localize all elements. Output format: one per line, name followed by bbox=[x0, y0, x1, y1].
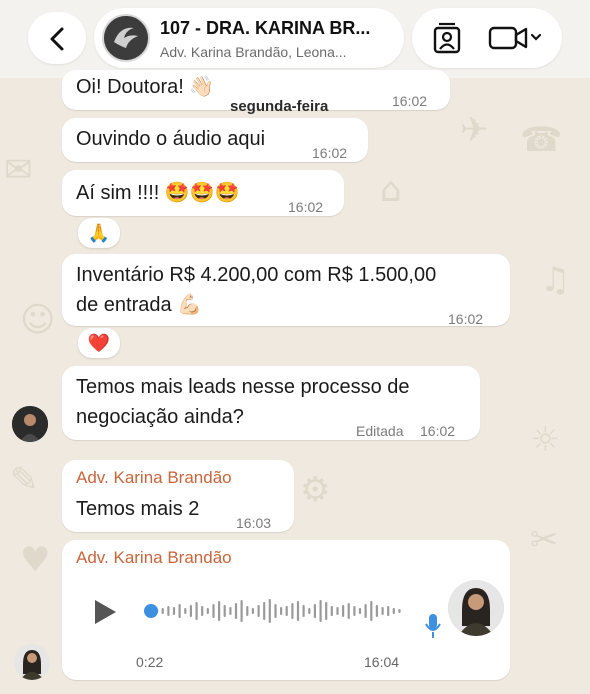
waveform-bar bbox=[330, 606, 333, 616]
waveform-bar bbox=[325, 602, 328, 620]
waveform-bar bbox=[178, 604, 181, 618]
message-text-line: Temos mais leads nesse processo de bbox=[76, 376, 410, 398]
message-text-line: de entrada 💪🏻 bbox=[76, 294, 203, 316]
waveform-bar bbox=[347, 603, 350, 619]
edited-label: Editada bbox=[356, 423, 404, 439]
waveform-bar bbox=[172, 607, 176, 615]
message-reaction[interactable]: ❤️ bbox=[78, 328, 120, 358]
message-bubble[interactable]: Adv. Karina Brandão Temos mais 2 16:03 bbox=[62, 460, 294, 532]
audio-sender-avatar[interactable] bbox=[448, 580, 504, 636]
waveform-bar bbox=[223, 605, 226, 617]
waveform-bar bbox=[184, 608, 187, 614]
mic-icon bbox=[425, 614, 441, 638]
sender-avatar[interactable] bbox=[14, 644, 50, 680]
waveform-bar bbox=[342, 605, 345, 617]
waveform-bar bbox=[280, 607, 283, 615]
play-icon[interactable] bbox=[92, 598, 118, 626]
waveform-bar bbox=[392, 608, 395, 614]
waveform-bar bbox=[319, 600, 322, 622]
waveform-bar bbox=[285, 606, 288, 616]
waveform-bar bbox=[370, 601, 373, 621]
chat-header: 107 - DRA. KARINA BR... Adv. Karina Bran… bbox=[0, 0, 590, 78]
video-call-icon[interactable] bbox=[488, 24, 546, 52]
playhead-knob[interactable] bbox=[144, 604, 158, 618]
waveform-bar bbox=[308, 608, 311, 614]
waveform-bar bbox=[375, 605, 378, 617]
waveform-bar bbox=[195, 602, 198, 620]
waveform-bar bbox=[336, 607, 339, 615]
sender-name: Adv. Karina Brandão bbox=[76, 468, 232, 487]
waveform-bar bbox=[358, 608, 362, 614]
message-time: 16:03 bbox=[236, 515, 272, 531]
waveform-bar bbox=[201, 606, 204, 616]
message-bubble[interactable]: Temos mais leads nesse processo de negoc… bbox=[62, 366, 480, 440]
audio-waveform[interactable] bbox=[144, 596, 406, 626]
sender-name: Adv. Karina Brandão bbox=[76, 548, 232, 567]
message-time: 16:02 bbox=[448, 311, 484, 327]
waveform-bar bbox=[296, 601, 300, 621]
waveform-bar bbox=[189, 605, 192, 617]
waveform-bar bbox=[364, 604, 367, 618]
message-time: 16:04 bbox=[364, 654, 400, 670]
message-time: 16:02 bbox=[420, 423, 456, 439]
sender-avatar[interactable] bbox=[12, 406, 48, 442]
waveform-bar bbox=[353, 606, 356, 616]
waveform-bar bbox=[218, 601, 221, 621]
contact-card-icon[interactable] bbox=[430, 22, 464, 54]
message-bubble[interactable]: Inventário R$ 4.200,00 com R$ 1.500,00 d… bbox=[62, 254, 510, 327]
waveform-bar bbox=[302, 605, 305, 617]
message-text: Ouvindo o áudio aqui bbox=[76, 128, 266, 150]
message-text-line: negociação ainda? bbox=[76, 406, 244, 428]
waveform-bar bbox=[240, 600, 243, 622]
message-time: 16:02 bbox=[312, 145, 348, 161]
chevron-left-icon bbox=[50, 27, 64, 51]
message-text: Oi! Doutora! 👋🏻 bbox=[76, 76, 215, 98]
waveform-bar bbox=[313, 604, 316, 618]
chat-participants: Adv. Karina Brandão, Leona... bbox=[160, 44, 347, 60]
header-actions bbox=[412, 8, 562, 68]
waveform-bar bbox=[398, 609, 401, 613]
message-text: Aí sim !!!! 🤩🤩🤩 bbox=[76, 182, 240, 204]
waveform-bar bbox=[206, 608, 209, 614]
message-time: 16:02 bbox=[392, 93, 428, 109]
message-bubble[interactable]: Ouvindo o áudio aqui 16:02 bbox=[62, 118, 368, 162]
waveform-bar bbox=[381, 607, 384, 615]
waveform-bar bbox=[234, 603, 238, 619]
waveform-bar bbox=[263, 602, 266, 620]
waveform-bar bbox=[274, 604, 277, 618]
message-text-line: Inventário R$ 4.200,00 com R$ 1.500,00 bbox=[76, 264, 437, 286]
chat-info-button[interactable]: 107 - DRA. KARINA BR... Adv. Karina Bran… bbox=[94, 8, 404, 68]
date-separator: segunda-feira bbox=[230, 98, 329, 115]
waveform-bar bbox=[167, 606, 170, 616]
audio-duration: 0:22 bbox=[136, 654, 164, 670]
waveform-bar bbox=[161, 608, 164, 614]
waveform-bar bbox=[251, 608, 254, 614]
message-reaction[interactable]: 🙏 bbox=[78, 218, 120, 248]
chat-title: 107 - DRA. KARINA BR... bbox=[160, 18, 371, 38]
message-bubble[interactable]: Aí sim !!!! 🤩🤩🤩 16:02 bbox=[62, 170, 344, 216]
waveform-bar bbox=[257, 605, 260, 617]
waveform-bar bbox=[229, 607, 232, 615]
message-text: Temos mais 2 bbox=[76, 498, 200, 520]
waveform-bar bbox=[291, 603, 294, 619]
group-avatar bbox=[102, 14, 150, 62]
back-button[interactable] bbox=[28, 12, 86, 64]
waveform-bar bbox=[246, 606, 249, 616]
waveform-bar bbox=[268, 599, 271, 623]
waveform-bar bbox=[212, 604, 215, 618]
message-time: 16:02 bbox=[288, 199, 324, 215]
waveform-bar bbox=[387, 606, 390, 616]
